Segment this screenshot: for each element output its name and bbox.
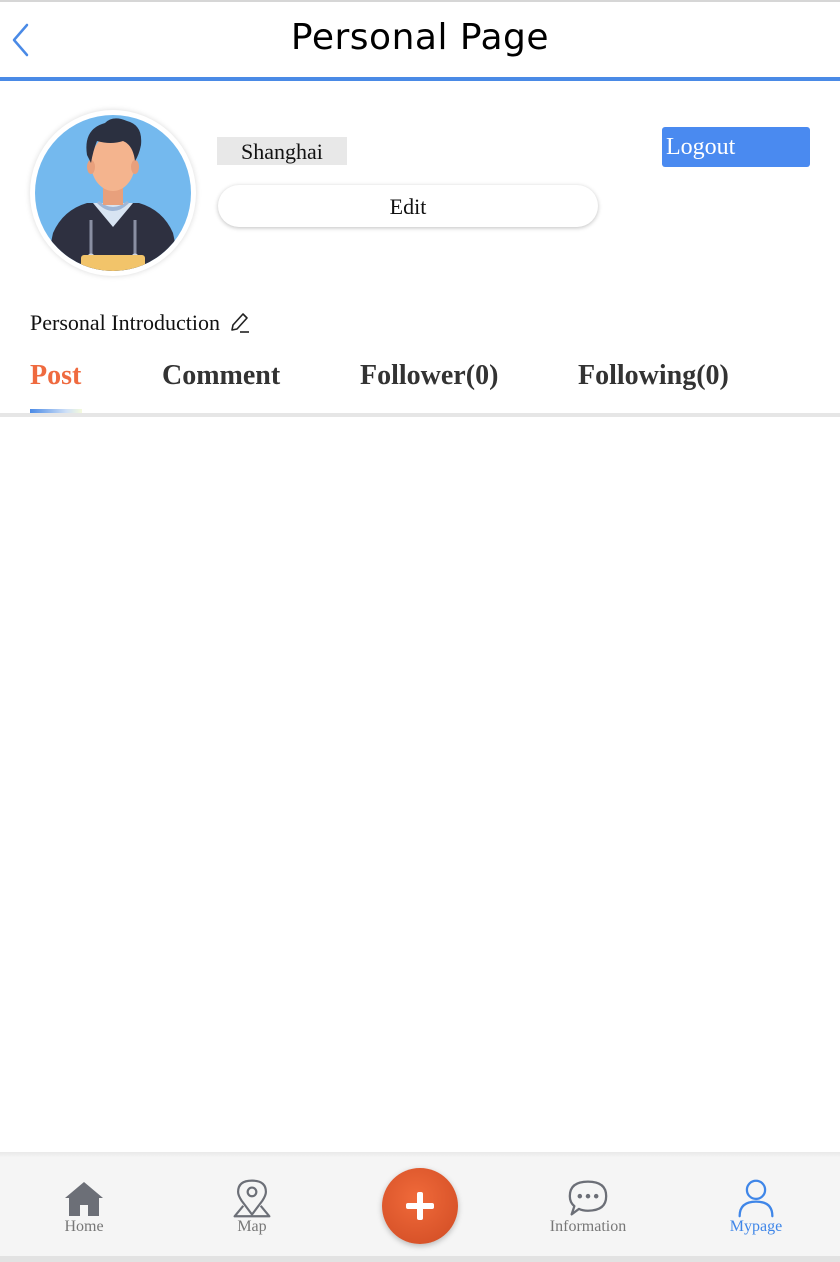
posts-list xyxy=(0,420,840,1150)
header-divider xyxy=(0,77,840,81)
location-tag: Shanghai xyxy=(217,137,347,165)
nav-map-label: Map xyxy=(237,1218,267,1235)
pencil-icon[interactable] xyxy=(228,311,250,335)
edit-profile-button[interactable]: Edit xyxy=(218,185,598,227)
nav-information[interactable]: Information xyxy=(528,1178,648,1236)
tab-following[interactable]: Following(0) xyxy=(578,360,729,392)
nav-mypage[interactable]: Mypage xyxy=(696,1178,816,1236)
logout-button[interactable]: Logout xyxy=(662,127,810,167)
nav-information-label: Information xyxy=(549,1218,627,1235)
plus-icon xyxy=(406,1192,434,1220)
tab-post[interactable]: Post xyxy=(30,360,81,392)
tabs-divider xyxy=(0,413,840,417)
introduction-label: Personal Introduction xyxy=(30,310,221,335)
avatar-illustration xyxy=(35,115,191,271)
profile-tabs: Post Comment Follower(0) Following(0) xyxy=(0,358,840,418)
bottom-navigation: Home Map Information Mypage xyxy=(0,1158,840,1256)
map-pin-icon xyxy=(233,1179,271,1218)
user-icon xyxy=(738,1179,774,1218)
home-icon xyxy=(65,1182,103,1216)
nav-home-label: Home xyxy=(64,1218,104,1235)
header-bar: Personal Page xyxy=(0,2,840,78)
tab-follower[interactable]: Follower(0) xyxy=(360,360,498,392)
nav-map[interactable]: Map xyxy=(192,1178,312,1236)
avatar[interactable] xyxy=(30,110,196,276)
tab-comment[interactable]: Comment xyxy=(162,360,280,392)
bottom-edge xyxy=(0,1256,840,1262)
page-title: Personal Page xyxy=(290,17,550,58)
nav-mypage-label: Mypage xyxy=(729,1218,783,1235)
chat-bubble-icon xyxy=(568,1180,608,1216)
nav-home[interactable]: Home xyxy=(24,1178,144,1236)
personal-introduction[interactable]: Personal Introduction xyxy=(30,310,250,336)
add-post-button[interactable] xyxy=(382,1168,458,1244)
